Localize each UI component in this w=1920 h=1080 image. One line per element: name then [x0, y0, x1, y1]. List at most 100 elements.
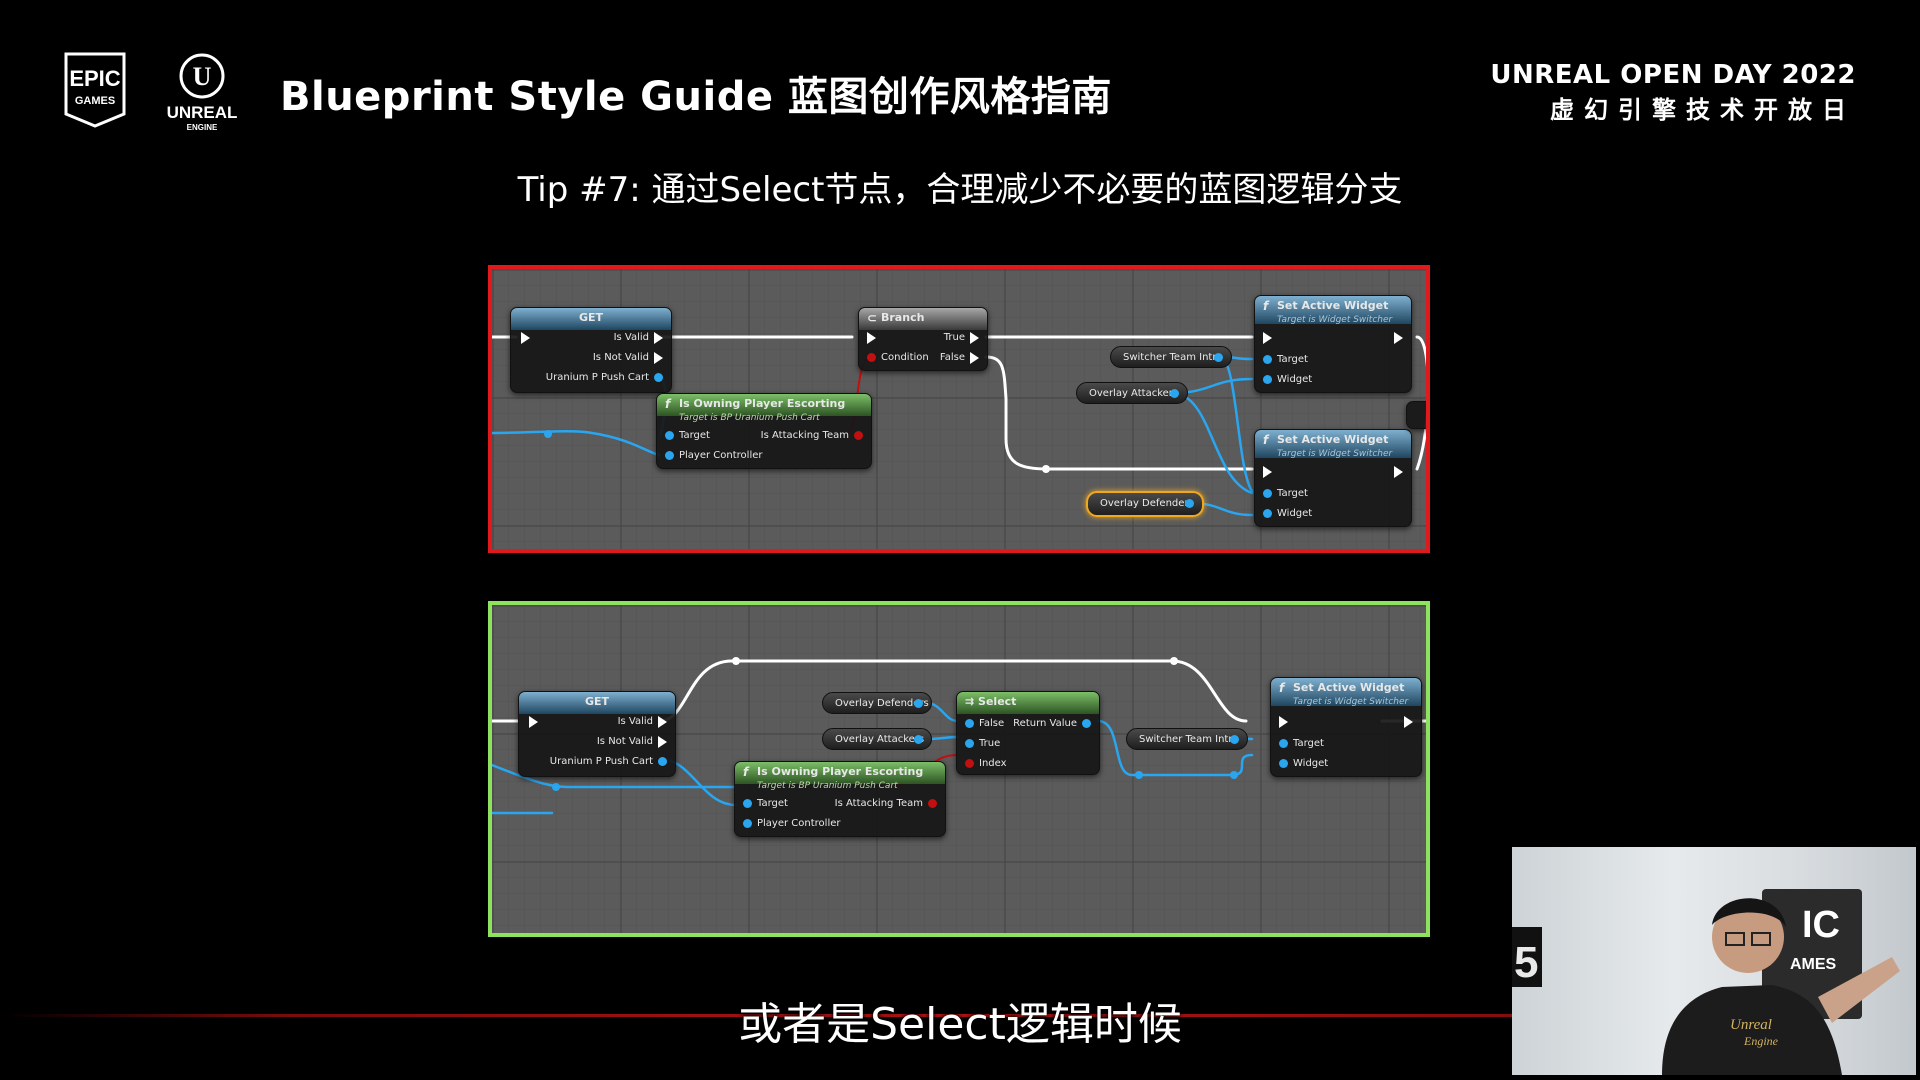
- get-node[interactable]: GET Is Valid Is Not Valid Uranium P Push…: [518, 691, 676, 777]
- branch-node[interactable]: ⊂ Branch Condition True False: [858, 307, 988, 371]
- false-pin: False: [939, 352, 965, 363]
- target-pin-dot[interactable]: [1279, 739, 1288, 748]
- is-not-valid-exec-pin[interactable]: [658, 736, 667, 748]
- unreal-engine-logo: U UNREAL ENGINE: [167, 53, 237, 132]
- set-active-widget-node-2[interactable]: f Set Active Widget Target is Widget Switc…: [1254, 429, 1412, 527]
- push-cart-pin-dot[interactable]: [654, 373, 663, 382]
- event-subtitle: 虚幻引擎技术开放日: [1550, 96, 1856, 124]
- target-pin-dot[interactable]: [1263, 489, 1272, 498]
- var-pin-dot[interactable]: [1170, 389, 1179, 398]
- index-pin-dot[interactable]: [965, 759, 974, 768]
- var-pin-dot[interactable]: [1214, 353, 1223, 362]
- speaker-webcam: 5 IC AMES Unreal Engine: [1512, 847, 1916, 1075]
- condition-pin-dot[interactable]: [867, 353, 876, 362]
- good-example-blueprint-panel: GET Is Valid Is Not Valid Uranium P Push…: [488, 601, 1430, 937]
- return-value-pin: Return Value: [1013, 718, 1077, 729]
- set-active-widget-node-1[interactable]: f Set Active Widget Target is Widget Switc…: [1254, 295, 1412, 393]
- branch-node-title: ⊂ Branch: [859, 308, 987, 330]
- set-active-widget-title: f Set Active Widget Target is Widget Switc…: [1271, 678, 1421, 707]
- function-icon: f: [1263, 433, 1269, 447]
- target-pin-dot[interactable]: [743, 799, 752, 808]
- is-owning-node-title: f Is Owning Player Escorting Target is BP …: [657, 394, 871, 423]
- return-value-pin-dot[interactable]: [1082, 719, 1091, 728]
- get-node[interactable]: GET Is Valid Is Not Valid Uranium P Push…: [510, 307, 672, 393]
- get-node-title: GET: [511, 308, 671, 330]
- offscreen-node-edge: [1406, 401, 1426, 429]
- epic-games-logo: EPIC GAMES: [64, 52, 126, 128]
- engine-logo-text: ENGINE: [187, 123, 218, 132]
- switcher-team-intro-var[interactable]: Switcher Team Intro: [1126, 728, 1248, 750]
- select-icon: ⇉: [965, 695, 979, 708]
- exec-in-pin[interactable]: [529, 716, 538, 728]
- false-pin-dot[interactable]: [965, 719, 974, 728]
- select-node[interactable]: ⇉ Select False True Index Return Value: [956, 691, 1100, 775]
- event-name: UNREAL OPEN DAY 2022: [1490, 60, 1856, 90]
- is-valid-exec-pin[interactable]: [654, 332, 663, 344]
- var-pin-dot[interactable]: [1230, 735, 1239, 744]
- is-valid-pin: Is Valid: [617, 716, 653, 727]
- target-pin-dot[interactable]: [665, 431, 674, 440]
- exec-out-pin[interactable]: [1394, 466, 1403, 478]
- branch-icon: ⊂: [867, 311, 878, 325]
- condition-pin: Condition: [881, 352, 929, 363]
- target-pin-dot[interactable]: [1263, 355, 1272, 364]
- is-not-valid-pin: Is Not Valid: [592, 352, 649, 363]
- overlay-attackers-var[interactable]: Overlay Attackers: [822, 728, 932, 750]
- widget-pin: Widget: [1277, 374, 1313, 385]
- overlay-attackers-var[interactable]: Overlay Attackers: [1076, 382, 1188, 404]
- var-pin-dot[interactable]: [914, 735, 923, 744]
- is-owning-node[interactable]: f Is Owning Player Escorting Target is BP …: [656, 393, 872, 469]
- function-icon: f: [665, 397, 671, 411]
- widget-pin: Widget: [1293, 758, 1329, 769]
- target-pin: Target: [679, 430, 710, 441]
- player-controller-pin: Player Controller: [679, 450, 763, 461]
- false-pin: False: [979, 718, 1005, 729]
- branch-exec-in[interactable]: [867, 332, 876, 344]
- player-controller-pin-dot[interactable]: [665, 451, 674, 460]
- select-node-title: ⇉ Select: [957, 692, 1099, 714]
- switcher-team-intro-var[interactable]: Switcher Team Intro: [1110, 346, 1232, 368]
- target-pin: Target: [757, 798, 788, 809]
- true-pin-dot[interactable]: [965, 739, 974, 748]
- is-owning-node[interactable]: f Is Owning Player Escorting Target is BP …: [734, 761, 946, 837]
- widget-pin-dot[interactable]: [1263, 509, 1272, 518]
- exec-in-pin[interactable]: [521, 332, 530, 344]
- push-cart-pin: Uranium P Push Cart: [545, 372, 649, 383]
- push-cart-pin: Uranium P Push Cart: [549, 756, 653, 767]
- set-active-widget-node[interactable]: f Set Active Widget Target is Widget Switc…: [1270, 677, 1422, 777]
- slide-title: Blueprint Style Guide 蓝图创作风格指南: [280, 74, 1112, 120]
- exec-in-pin[interactable]: [1263, 466, 1272, 478]
- is-attacking-team-pin-dot[interactable]: [854, 431, 863, 440]
- widget-pin-dot[interactable]: [1279, 759, 1288, 768]
- overlay-defenders-var-selected[interactable]: Overlay Defenders: [1086, 491, 1204, 517]
- overlay-defenders-var[interactable]: Overlay Defenders: [822, 692, 932, 714]
- true-exec-pin[interactable]: [970, 332, 979, 344]
- exec-in-pin[interactable]: [1279, 716, 1288, 728]
- exec-out-pin[interactable]: [1404, 716, 1413, 728]
- function-icon: f: [1263, 299, 1269, 313]
- function-icon: f: [743, 765, 749, 779]
- target-pin: Target: [1293, 738, 1324, 749]
- games-logo-text: GAMES: [75, 95, 115, 107]
- target-pin: Target: [1277, 354, 1308, 365]
- var-pin-dot[interactable]: [1185, 499, 1194, 508]
- set-active-widget-title-1: f Set Active Widget Target is Widget Switc…: [1255, 296, 1411, 325]
- widget-pin: Widget: [1277, 508, 1313, 519]
- push-cart-pin-dot[interactable]: [658, 757, 667, 766]
- false-exec-pin[interactable]: [970, 352, 979, 364]
- var-pin-dot[interactable]: [914, 699, 923, 708]
- function-icon: f: [1279, 681, 1285, 695]
- is-attacking-team-pin-dot[interactable]: [928, 799, 937, 808]
- tip-heading: Tip #7: 通过Select节点，合理减少不必要的蓝图逻辑分支: [517, 170, 1403, 210]
- exec-out-pin[interactable]: [1394, 332, 1403, 344]
- true-pin: True: [943, 332, 965, 343]
- is-owning-node-title: f Is Owning Player Escorting Target is BP …: [735, 762, 945, 791]
- player-controller-pin-dot[interactable]: [743, 819, 752, 828]
- is-not-valid-exec-pin[interactable]: [654, 352, 663, 364]
- exec-in-pin[interactable]: [1263, 332, 1272, 344]
- backdrop-text-2: AMES: [1790, 956, 1837, 973]
- is-valid-exec-pin[interactable]: [658, 716, 667, 728]
- get-node-title: GET: [519, 692, 675, 714]
- backdrop-text-1: IC: [1802, 904, 1840, 946]
- widget-pin-dot[interactable]: [1263, 375, 1272, 384]
